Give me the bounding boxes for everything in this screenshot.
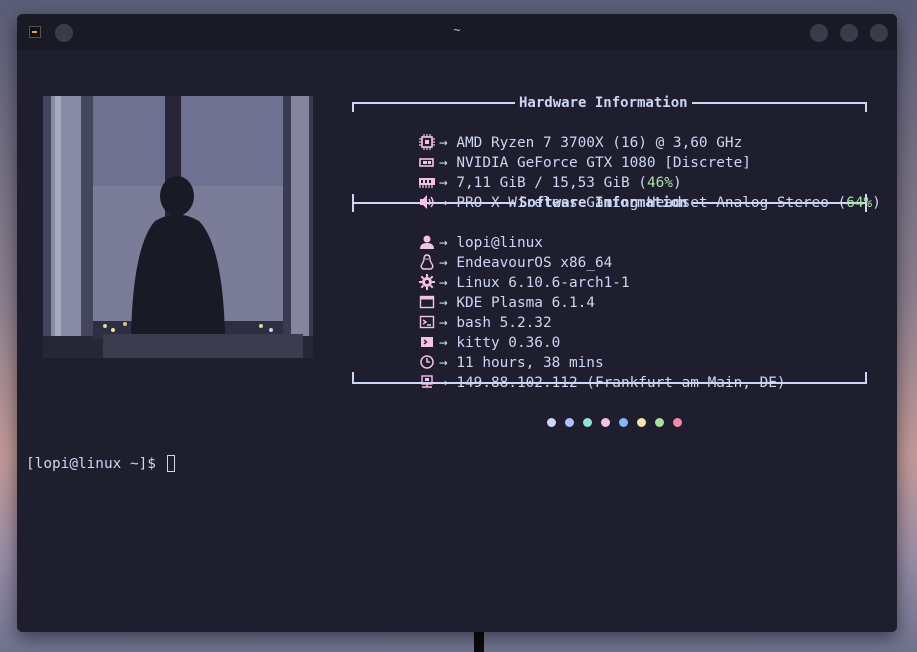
minimize-button[interactable] — [810, 24, 828, 42]
palette-dot — [565, 418, 574, 427]
audio-value: PRO X Wireless Gaming Headset Analog Ste… — [456, 195, 847, 211]
maximize-button[interactable] — [840, 24, 858, 42]
terminal-content[interactable]: Hardware Information Software Informatio… — [17, 50, 897, 632]
frame-right-tick — [865, 102, 867, 112]
memory-row: → 7,11 GiB / 15,53 GiB (46%) — [367, 153, 682, 191]
fastfetch-logo-image — [43, 96, 313, 358]
prompt-text: [lopi@linux ~]$ — [26, 456, 165, 472]
ip-row: → 149.88.102.112 (Frankfurt am Main, DE) — [367, 353, 786, 391]
palette-dot — [673, 418, 682, 427]
network-icon — [421, 375, 433, 388]
terminal-window: ~ Hardware Information Software Informat… — [17, 14, 897, 632]
palette-dot — [637, 418, 646, 427]
frame-left-tick — [352, 102, 354, 112]
close-button[interactable] — [870, 24, 888, 42]
palette-dot — [601, 418, 610, 427]
gpu-row: → NVIDIA GeForce GTX 1080 [Discrete] — [367, 133, 751, 171]
user-row: → lopi@linux — [367, 213, 543, 251]
hardware-header: Hardware Information — [515, 94, 692, 112]
cpu-row: → AMD Ryzen 7 3700X (16) @ 3,60 GHz — [367, 113, 742, 151]
uptime-row: → 11 hours, 38 mins — [367, 333, 604, 371]
palette-dot — [655, 418, 664, 427]
frame-bottom-left-tick — [352, 372, 354, 384]
window-title: ~ — [453, 23, 461, 37]
palette-dot — [619, 418, 628, 427]
shell-row: → bash 5.2.32 — [367, 293, 552, 331]
ip-value: 149.88.102.112 (Frankfurt am Main, DE) — [456, 375, 786, 391]
frame-middle-left-tick — [352, 194, 354, 212]
kernel-row: → Linux 6.10.6-arch1-1 — [367, 253, 630, 291]
terminal-row: → kitty 0.36.0 — [367, 313, 560, 351]
palette-dot — [583, 418, 592, 427]
os-row: → EndeavourOS x86_64 — [367, 233, 612, 271]
audio-percent: 64% — [846, 195, 873, 211]
title-bar[interactable]: ~ — [17, 14, 897, 50]
shell-prompt[interactable]: [lopi@linux ~]$ — [26, 454, 175, 474]
background-pole — [474, 630, 484, 652]
speaker-icon — [419, 195, 434, 209]
audio-row: → PRO X Wireless Gaming Headset Analog S… — [367, 173, 881, 211]
text-cursor — [166, 455, 175, 472]
de-row: → KDE Plasma 6.1.4 — [367, 273, 595, 311]
frame-bottom-right-tick — [865, 372, 867, 384]
palette-dot — [547, 418, 556, 427]
